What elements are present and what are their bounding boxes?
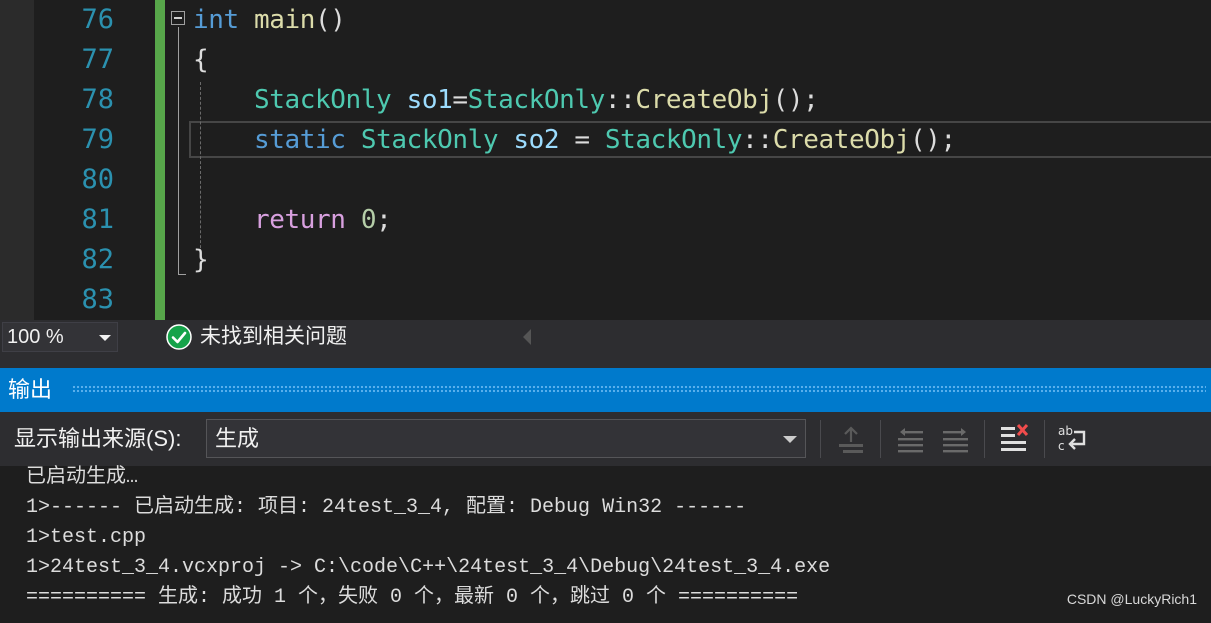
line-number: 78 xyxy=(81,84,114,115)
toolbar-separator xyxy=(880,420,881,458)
line-number: 81 xyxy=(81,204,114,235)
output-line: 已启动生成… xyxy=(26,466,139,489)
next-message-icon[interactable] xyxy=(938,422,972,456)
code-line-80[interactable]: 80 xyxy=(0,160,1211,200)
line-number: 83 xyxy=(81,284,114,315)
output-source-label: 显示输出来源(S): xyxy=(14,426,182,451)
output-line: 1>test.cpp xyxy=(26,526,147,549)
variable-name: so2 xyxy=(513,125,560,155)
type-name: StackOnly xyxy=(360,125,499,155)
watermark: CSDN @LuckyRich1 xyxy=(1066,591,1197,607)
svg-text:c: c xyxy=(1058,439,1065,453)
function-name: CreateObj xyxy=(772,125,911,155)
code-line-78[interactable]: 78 StackOnly so1=StackOnly::CreateObj(); xyxy=(0,80,1211,120)
code-text: int main() xyxy=(193,0,346,40)
output-line: ========== 生成: 成功 1 个，失败 0 个，最新 0 个，跳过 0… xyxy=(26,586,799,609)
code-line-82[interactable]: 82 } xyxy=(0,240,1211,280)
code-text: { xyxy=(193,40,209,80)
zoom-value: 100 % xyxy=(7,326,64,348)
code-text: } xyxy=(193,240,209,280)
word-wrap-icon[interactable]: ab c xyxy=(1056,422,1090,456)
operator: = xyxy=(452,85,468,115)
toolbar-separator xyxy=(820,420,821,458)
previous-message-icon[interactable] xyxy=(894,422,928,456)
type-name: StackOnly xyxy=(254,85,392,115)
line-number: 82 xyxy=(81,244,114,275)
chevron-down-icon xyxy=(99,335,111,341)
code-text: static StackOnly so2 = StackOnly::Create… xyxy=(193,120,956,160)
punctuation: (); xyxy=(909,125,956,155)
svg-text:ab: ab xyxy=(1058,424,1073,438)
number-literal: 0 xyxy=(360,205,377,235)
code-text: StackOnly so1=StackOnly::CreateObj(); xyxy=(193,80,819,120)
output-toolbar: 显示输出来源(S): 生成 ab c xyxy=(0,412,1211,466)
punctuation: ; xyxy=(376,205,392,235)
keyword: int xyxy=(193,5,239,35)
keyword: return xyxy=(254,205,346,235)
drag-grip[interactable] xyxy=(72,385,1206,394)
code-line-83[interactable]: 83 xyxy=(0,280,1211,320)
toolbar-separator xyxy=(984,420,985,458)
output-source-value: 生成 xyxy=(215,426,260,451)
code-line-81[interactable]: 81 return 0; xyxy=(0,200,1211,240)
code-line-77[interactable]: 77 { xyxy=(0,40,1211,80)
function-name: CreateObj xyxy=(635,85,773,115)
issues-text: 未找到相关问题 xyxy=(200,325,347,348)
punctuation: (); xyxy=(772,85,819,115)
punctuation: () xyxy=(315,5,346,35)
keyword: static xyxy=(254,125,346,155)
go-to-error-icon[interactable] xyxy=(834,422,868,456)
chevron-down-icon xyxy=(783,436,797,443)
output-text-area[interactable]: 已启动生成… 1>------ 已启动生成: 项目: 24test_3_4, 配… xyxy=(0,466,1211,623)
brace: } xyxy=(193,245,209,275)
line-number: 79 xyxy=(81,124,114,155)
zoom-dropdown[interactable]: 100 % xyxy=(2,322,118,352)
operator: = xyxy=(559,125,605,155)
output-line: 1>------ 已启动生成: 项目: 24test_3_4, 配置: Debu… xyxy=(26,496,747,519)
line-number: 76 xyxy=(81,4,114,35)
clear-all-icon[interactable] xyxy=(998,422,1032,456)
panel-splitter[interactable] xyxy=(0,354,1211,368)
code-line-76[interactable]: 76 int main() xyxy=(0,0,1211,40)
panel-title: 输出 xyxy=(8,377,53,402)
scroll-left-icon[interactable] xyxy=(523,329,531,345)
toolbar-separator xyxy=(1044,420,1045,458)
brace: { xyxy=(193,45,209,75)
code-line-79[interactable]: 79 static StackOnly so2 = StackOnly::Cre… xyxy=(0,120,1211,160)
editor-status-bar: 100 % 未找到相关问题 xyxy=(0,320,1211,354)
output-line: 1>24test_3_4.vcxproj -> C:\code\C++\24te… xyxy=(26,556,831,579)
output-source-select[interactable]: 生成 xyxy=(206,419,806,458)
check-circle-icon xyxy=(166,324,192,350)
line-number: 80 xyxy=(81,164,114,195)
scope-operator: :: xyxy=(604,85,636,115)
output-panel-title-bar[interactable]: 输出 xyxy=(0,368,1211,412)
code-editor[interactable]: 76 int main() 77 { 78 StackOnly so1=Stac… xyxy=(0,0,1211,320)
variable-name: so1 xyxy=(406,85,453,115)
line-number: 77 xyxy=(81,44,114,75)
function-name: main xyxy=(254,5,316,35)
type-name: StackOnly xyxy=(467,85,606,115)
scope-operator: :: xyxy=(742,125,773,155)
type-name: StackOnly xyxy=(604,125,743,155)
code-text: return 0; xyxy=(193,200,392,240)
